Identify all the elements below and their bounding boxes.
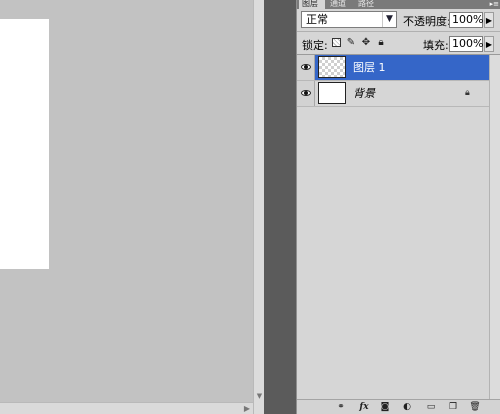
layer-thumbnail[interactable] <box>318 56 346 78</box>
adjustment-icon[interactable]: ◐ <box>401 401 413 413</box>
canvas-area[interactable] <box>0 0 253 414</box>
link-icon[interactable]: ⚭ <box>333 401 349 413</box>
blend-mode-select[interactable]: 正常 ▼ <box>301 11 397 28</box>
fill-slider-arrow-icon[interactable]: ▶ <box>484 36 494 52</box>
opacity-input[interactable]: 100% <box>449 12 483 28</box>
tab-layers[interactable]: 图层 <box>299 0 325 9</box>
scroll-right-arrow-icon[interactable]: ▶ <box>242 404 252 414</box>
layer-row-layer-1[interactable]: 图层 1 <box>297 55 489 81</box>
layers-bottom-toolbar: ⚭ fx ◙ ◐ ▭ ❐ 🗑︎ <box>297 399 500 414</box>
layers-panel: 图层 通道 路径 ▸≡ 正常 ▼ 不透明度: 100% ▶ 锁定: ✎ ✥ 🔒︎… <box>296 0 500 414</box>
lock-options: ✎ ✥ 🔒︎ <box>332 36 386 49</box>
lock-label: 锁定: <box>302 39 328 52</box>
move-icon[interactable]: ✥ <box>361 37 371 48</box>
document-canvas[interactable] <box>0 19 49 269</box>
fill-input[interactable]: 100% <box>449 36 483 52</box>
layer-name[interactable]: 背景 <box>353 87 375 100</box>
layer-name[interactable]: 图层 1 <box>353 61 386 74</box>
divider <box>297 31 500 32</box>
trash-icon[interactable]: 🗑︎ <box>469 401 481 413</box>
eye-icon[interactable] <box>297 55 315 80</box>
blend-mode-value: 正常 <box>306 13 328 26</box>
canvas-horizontal-scrollbar[interactable]: ▶ <box>0 402 253 414</box>
chevron-down-icon[interactable]: ▼ <box>382 12 396 27</box>
layer-list: 图层 1 背景 🔒︎ <box>297 55 500 399</box>
panel-menu-icon[interactable]: ▸≡ <box>490 0 499 8</box>
tab-channels[interactable]: 通道 <box>327 0 353 9</box>
opacity-slider-arrow-icon[interactable]: ▶ <box>484 12 494 28</box>
layer-list-scrollbar[interactable] <box>489 55 500 399</box>
canvas-vertical-scrollbar[interactable]: ▼ <box>253 0 264 414</box>
new-layer-icon[interactable]: ❐ <box>447 401 459 413</box>
mask-icon[interactable]: ◙ <box>379 401 391 413</box>
lock-transparent-pixels-icon[interactable] <box>332 38 341 47</box>
layer-row-background[interactable]: 背景 🔒︎ <box>297 81 489 107</box>
fx-icon[interactable]: fx <box>357 401 371 413</box>
layer-thumbnail[interactable] <box>318 82 346 104</box>
workspace-background <box>264 0 296 414</box>
fill-label: 填充: <box>423 39 449 52</box>
opacity-label: 不透明度: <box>403 15 451 28</box>
lock-icon: 🔒︎ <box>465 88 470 98</box>
panel-tab-strip: 图层 通道 路径 ▸≡ <box>297 0 500 9</box>
tab-paths[interactable]: 路径 <box>355 0 381 9</box>
eye-icon[interactable] <box>297 81 315 106</box>
lock-icon[interactable]: 🔒︎ <box>376 37 386 48</box>
brush-icon[interactable]: ✎ <box>346 37 356 48</box>
scroll-down-arrow-icon[interactable]: ▼ <box>255 392 264 401</box>
folder-icon[interactable]: ▭ <box>425 401 437 413</box>
